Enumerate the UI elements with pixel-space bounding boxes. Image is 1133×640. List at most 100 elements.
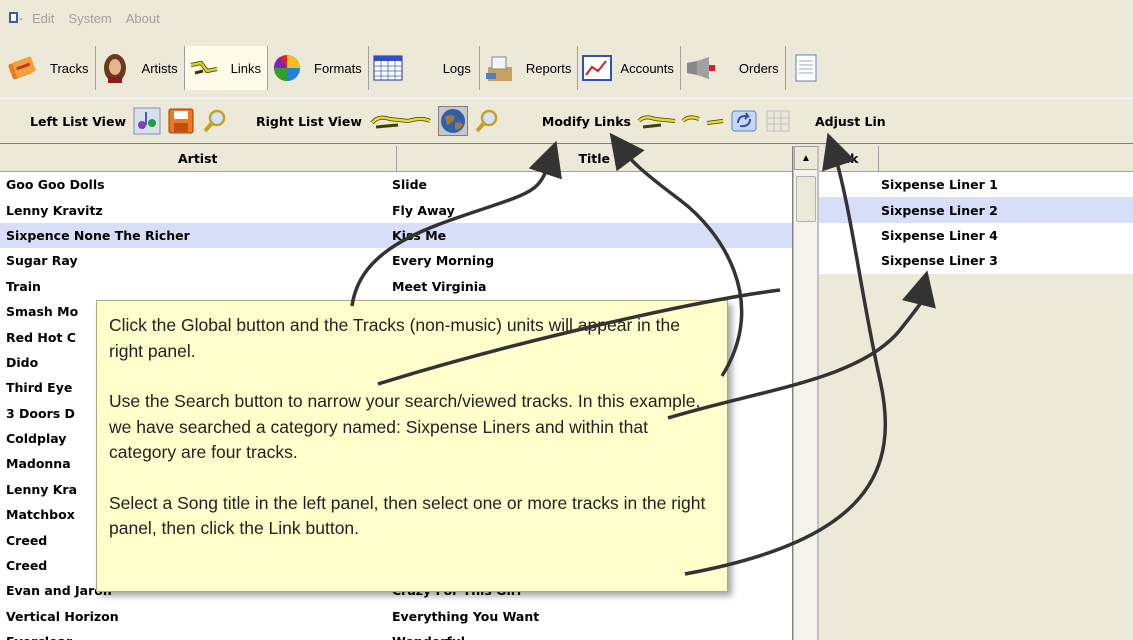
link-icon — [637, 115, 676, 129]
globe-icon — [440, 109, 465, 133]
title-column-header[interactable]: Title — [397, 146, 793, 171]
link-track-label: Sixpense Liner 4 — [881, 227, 998, 243]
tracks-button[interactable]: Tracks — [4, 46, 96, 90]
search-icon — [475, 109, 498, 133]
callout-paragraph-search: Use the Search button to narrow your sea… — [109, 391, 701, 462]
scroll-thumb[interactable] — [796, 176, 816, 222]
title-cell: Slide — [392, 177, 427, 193]
app-icon: - — [8, 10, 28, 26]
left-search-button[interactable] — [200, 106, 230, 136]
menu-bar: - Edit System About — [0, 0, 1133, 36]
tracks-icon — [6, 53, 40, 83]
list-item[interactable]: Sixpense Liner 3 — [819, 248, 1133, 273]
accounts-label: Accounts — [620, 60, 674, 76]
grid-icon — [766, 110, 790, 132]
title-cell: Meet Virginia — [392, 278, 487, 294]
refresh-icon — [731, 110, 757, 132]
right-search-button[interactable] — [472, 106, 502, 136]
artists-button[interactable]: Artists — [96, 46, 185, 90]
artist-icon — [98, 53, 132, 83]
table-row[interactable]: Sixpence None The Richer Kiss Me — [0, 222, 792, 249]
title-cell: Every Morning — [392, 253, 495, 269]
formats-label: Formats — [314, 60, 362, 76]
table-row[interactable]: Goo Goo Dolls Slide — [0, 172, 792, 197]
search-icon — [203, 109, 226, 133]
scroll-up-button[interactable]: ▲ — [794, 146, 818, 170]
artist-column-header[interactable]: Artist — [0, 146, 397, 171]
link-button[interactable] — [637, 106, 677, 136]
link-track-label: Sixpense Liner 3 — [881, 253, 998, 269]
right-list-view-label: Right List View — [256, 113, 362, 129]
logs-button[interactable]: Logs — [369, 46, 480, 90]
list-view-toolbar: Left List View Right List View Modify Li… — [0, 98, 1133, 144]
reports-label: Reports — [525, 60, 572, 76]
logs-icon — [371, 53, 405, 83]
reports-icon — [482, 53, 516, 83]
table-row[interactable]: Lenny Kravitz Fly Away — [0, 197, 792, 222]
logs-label: Logs — [442, 60, 471, 76]
accounts-icon — [580, 53, 614, 83]
links-icon — [187, 53, 221, 83]
artists-label: Artists — [141, 60, 178, 76]
help-callout: Click the Global button and the Tracks (… — [96, 300, 728, 592]
artist-cell: Vertical Horizon — [6, 608, 119, 624]
list-item[interactable]: Sixpense Liner 1 — [819, 172, 1133, 197]
svg-text:-: - — [19, 14, 23, 25]
main-toolbar: Tracks Artists Links Formats Logs Report… — [0, 46, 1133, 90]
right-list-rows: Sixpense Liner 1 Sixpense Liner 2 Sixpense… — [819, 172, 1133, 274]
document-button[interactable] — [786, 46, 838, 90]
callout-paragraph-global: Click the Global button and the Tracks (… — [109, 315, 680, 361]
menu-edit[interactable]: Edit — [32, 11, 54, 26]
links-button[interactable]: Links — [184, 46, 269, 90]
formats-button[interactable]: Formats — [268, 46, 369, 90]
grid-button[interactable] — [763, 106, 793, 136]
refresh-links-button[interactable] — [729, 106, 759, 136]
table-row[interactable]: EverclearWonderful — [0, 629, 792, 640]
artist-cell: Sugar Ray — [6, 253, 78, 269]
unlink-button[interactable] — [681, 106, 725, 136]
artist-cell: Train — [6, 278, 41, 294]
list-item[interactable]: Sixpense Liner 4 — [819, 223, 1133, 248]
artist-cell: Sixpence None The Richer — [6, 227, 190, 243]
artist-cell: Everclear — [0, 634, 392, 640]
table-row[interactable]: Vertical Horizon Everything You Want — [0, 604, 792, 629]
artist-cell: Goo Goo Dolls — [6, 177, 105, 193]
save-icon — [168, 108, 194, 134]
orders-button[interactable]: Orders — [681, 46, 786, 90]
artist-cell: Lenny Kravitz — [6, 202, 103, 218]
callout-paragraph-link: Select a Song title in the left panel, t… — [109, 492, 706, 539]
unlink-icon — [681, 115, 724, 125]
formats-icon — [270, 53, 304, 83]
link-track-label: Sixpense Liner 2 — [881, 202, 998, 218]
right-list-header: Link — [819, 146, 1133, 172]
link-chain-icon — [370, 115, 431, 129]
menu-about[interactable]: About — [126, 11, 160, 26]
global-button[interactable] — [437, 106, 468, 136]
table-row[interactable]: Train Meet Virginia — [0, 274, 792, 299]
left-music-view-button[interactable] — [132, 106, 162, 136]
orders-label: Orders — [738, 60, 779, 76]
list-item[interactable]: Sixpense Liner 2 — [819, 197, 1133, 223]
table-row[interactable]: Sugar Ray Every Morning — [0, 248, 792, 273]
adjust-links-label: Adjust Lin — [814, 113, 886, 129]
title-cell: Everything You Want — [392, 608, 540, 624]
menu-system[interactable]: System — [68, 11, 111, 26]
modify-links-label: Modify Links — [541, 113, 631, 129]
title-cell: Kiss Me — [392, 227, 447, 243]
tracks-label: Tracks — [50, 60, 89, 76]
document-icon — [788, 53, 822, 83]
accounts-button[interactable]: Accounts — [578, 46, 681, 90]
music-notes-icon — [133, 107, 161, 135]
link-track-label: Sixpense Liner 1 — [881, 177, 998, 193]
title-cell: Fly Away — [392, 202, 455, 218]
reports-button[interactable]: Reports — [480, 46, 579, 90]
link-column-header[interactable]: Link — [819, 146, 879, 171]
right-links-view-button[interactable] — [368, 106, 434, 136]
left-list-view-label: Left List View — [30, 113, 126, 129]
left-list-header: Artist Title — [0, 146, 792, 172]
right-list-panel: Link Sixpense Liner 1 Sixpense Liner 2 Six… — [817, 146, 1133, 640]
links-label: Links — [230, 60, 262, 76]
left-save-view-button[interactable] — [166, 106, 196, 136]
left-list-scrollbar[interactable]: ▲ — [793, 146, 818, 640]
orders-icon — [683, 53, 717, 83]
